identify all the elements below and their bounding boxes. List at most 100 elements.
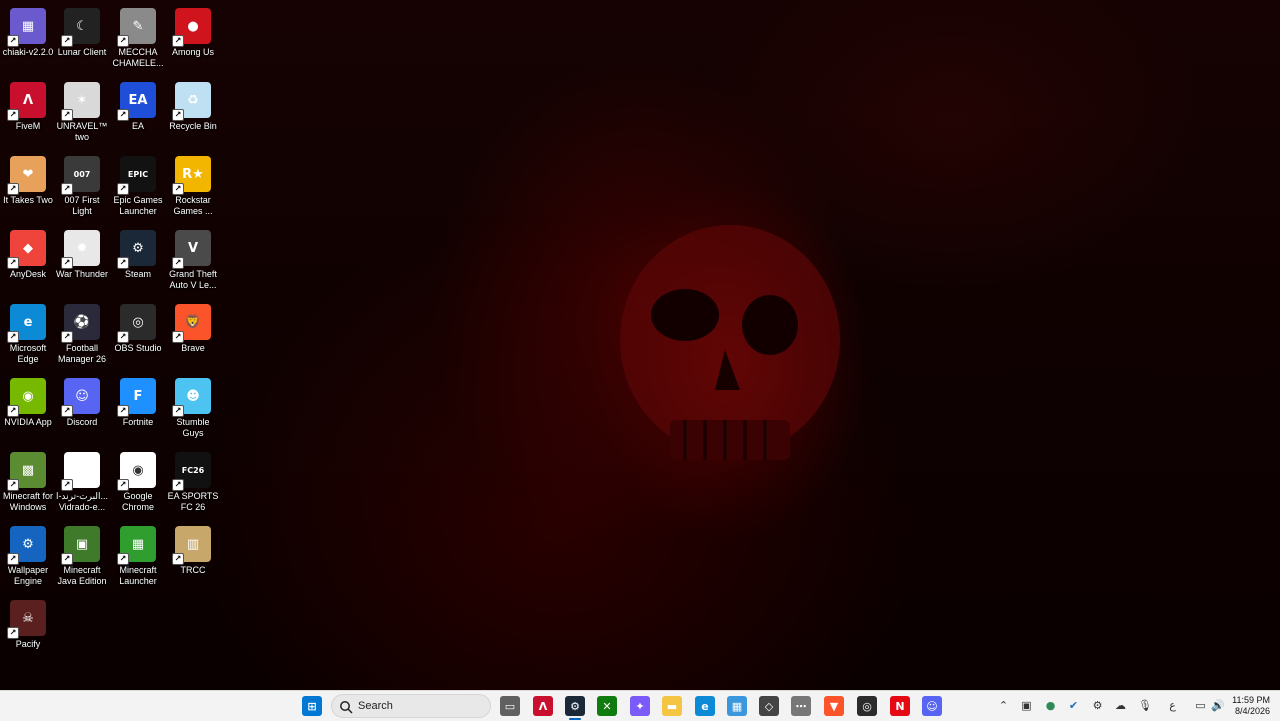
desktop-shortcut-label: NVIDIA App — [4, 417, 52, 427]
desktop-shortcut[interactable]: ✎ ↗ MECCHA CHAMELE... — [110, 4, 166, 74]
microphone-icon[interactable]: 🎙 — [1138, 699, 1152, 712]
network-icon[interactable]: ▭ — [1194, 699, 1207, 712]
desktop-shortcut-label: AnyDesk — [9, 269, 46, 279]
desktop-shortcut-label: Minecraft for Windows — [2, 491, 53, 512]
desktop-shortcut[interactable]: ⚽ ↗ Football Manager 26 — [54, 300, 110, 370]
among-us-icon: ● ↗ — [172, 8, 211, 47]
desktop-shortcut-label: Football Manager 26 — [57, 343, 107, 364]
search-label: Search — [358, 700, 393, 712]
shortcut-arrow-icon: ↗ — [117, 183, 129, 195]
desktop-shortcut-label: البرت-ترند-ا... Vidrado-e... — [55, 491, 109, 512]
discord-icon: ☺ ↗ — [61, 378, 100, 417]
desktop-shortcut[interactable]: ▣ ↗ Minecraft Java Edition — [54, 522, 110, 592]
desktop-shortcut[interactable]: Λ ↗ FiveM — [0, 78, 56, 148]
recycle-bin-icon: ♻ ↗ — [172, 82, 211, 121]
taskbar-discord[interactable]: ☺ — [922, 696, 942, 716]
edge-icon: e — [701, 699, 709, 713]
rockstar-icon: R★ ↗ — [172, 156, 211, 195]
desktop-shortcut[interactable]: EA ↗ EA — [110, 78, 166, 148]
shortcut-arrow-icon: ↗ — [7, 405, 19, 417]
desktop-shortcut[interactable]: ☺ ↗ Discord — [54, 374, 110, 444]
desktop-shortcut[interactable]: ♻ ↗ Recycle Bin — [165, 78, 221, 148]
first-light-icon: 007 ↗ — [61, 156, 100, 195]
desktop-shortcut[interactable]: ✹ ↗ War Thunder — [54, 226, 110, 296]
shortcut-arrow-icon: ↗ — [61, 257, 73, 269]
dots-icon: ⋯ — [795, 699, 807, 713]
taskbar-edge[interactable]: e — [695, 696, 715, 716]
desktop-shortcut[interactable]: F ↗ Fortnite — [110, 374, 166, 444]
fivem-icon: Λ ↗ — [7, 82, 46, 121]
shortcut-arrow-icon: ↗ — [172, 479, 184, 491]
taskbar-xbox[interactable]: ✕ — [597, 696, 617, 716]
taskbar-copilot[interactable]: ✦ — [630, 696, 650, 716]
taskbar-file-explorer[interactable]: ▬ — [662, 696, 682, 716]
desktop-shortcut[interactable]: ☾ ↗ Lunar Client — [54, 4, 110, 74]
shortcut-arrow-icon: ↗ — [61, 405, 73, 417]
desktop-shortcut[interactable]: ☠ ↗ Pacify — [0, 596, 56, 666]
trcc-icon: ▥ ↗ — [172, 526, 211, 565]
taskbar-clock[interactable]: 11:59 PM 8/4/2026 — [1232, 695, 1270, 717]
unravel-two-icon: ✶ ↗ — [61, 82, 100, 121]
desktop-shortcut-label: Google Chrome — [121, 491, 154, 512]
shortcut-arrow-icon: ↗ — [61, 35, 73, 47]
desktop-shortcut[interactable]: ▩ ↗ Minecraft for Windows — [0, 448, 56, 518]
desktop-shortcut-label: Stumble Guys — [176, 417, 210, 438]
shortcut-arrow-icon: ↗ — [7, 183, 19, 195]
tray-nvidia-icon[interactable]: ● — [1044, 699, 1057, 712]
desktop-shortcut-label: Rockstar Games ... — [173, 195, 213, 216]
windows-start-icon: ⊞ — [307, 699, 317, 713]
taskbar-netflix[interactable]: N — [890, 696, 910, 716]
shortcut-arrow-icon: ↗ — [117, 109, 129, 121]
desktop-shortcut[interactable]: ● ↗ Among Us — [165, 4, 221, 74]
desktop-shortcut[interactable]: ⚙ ↗ Wallpaper Engine — [0, 522, 56, 592]
taskbar-fivem[interactable]: Λ — [533, 696, 553, 716]
desktop-shortcut[interactable]: ❤ ↗ It Takes Two — [0, 152, 56, 222]
desktop-shortcut[interactable]: R★ ↗ Rockstar Games ... — [165, 152, 221, 222]
volume-icon[interactable]: 🔊 — [1211, 699, 1225, 712]
taskbar-search-box[interactable]: Search — [331, 694, 491, 718]
desktop-shortcut[interactable]: FC26 ↗ EA SPORTS FC 26 — [165, 448, 221, 518]
desktop-shortcut-label: Steam — [124, 269, 151, 279]
copilot-icon: ✦ — [635, 699, 645, 713]
shortcut-arrow-icon: ↗ — [61, 331, 73, 343]
taskbar-app-dots[interactable]: ⋯ — [791, 696, 811, 716]
desktop-shortcut[interactable]: ✶ ↗ UNRAVEL™ two — [54, 78, 110, 148]
desktop-shortcut[interactable]: V ↗ Grand Theft Auto V Le... — [165, 226, 221, 296]
desktop-shortcut[interactable]: 007 ↗ 007 First Light — [54, 152, 110, 222]
desktop-shortcut[interactable]: ◉ ↗ NVIDIA App — [0, 374, 56, 444]
desktop-shortcut[interactable]: ☻ ↗ Stumble Guys — [165, 374, 221, 444]
tray-steam-icon[interactable]: ✔ — [1067, 699, 1080, 712]
desktop-shortcut-label: OBS Studio — [114, 343, 162, 353]
show-hidden-icons-chevron-icon[interactable]: ⌃ — [997, 699, 1010, 712]
desktop-shortcut[interactable]: ◉ ↗ Google Chrome — [110, 448, 166, 518]
store-icon: ▦ — [731, 699, 743, 713]
taskbar-obs[interactable]: ◎ — [857, 696, 877, 716]
desktop-shortcut[interactable]: ⚙ ↗ Steam — [110, 226, 166, 296]
start-button[interactable]: ⊞ — [302, 696, 322, 716]
tray-app-icon[interactable]: ▣ — [1020, 699, 1033, 712]
desktop-shortcut[interactable]: EPIC ↗ Epic Games Launcher — [110, 152, 166, 222]
tray-gear-icon[interactable]: ⚙ — [1091, 699, 1104, 712]
desktop-shortcut[interactable]: 🦁 ↗ Brave — [165, 300, 221, 370]
input-language-indicator[interactable]: ع — [1166, 699, 1179, 712]
chiaki-icon: ▦ ↗ — [7, 8, 46, 47]
taskbar-store[interactable]: ▦ — [727, 696, 747, 716]
taskbar-unity[interactable]: ◇ — [759, 696, 779, 716]
desktop-shortcut-label: EA — [131, 121, 144, 131]
steam-icon: ⚙ ↗ — [117, 230, 156, 269]
desktop-shortcut[interactable]: e ↗ Microsoft Edge — [0, 300, 56, 370]
taskbar-steam[interactable]: ⚙ — [565, 696, 585, 716]
shortcut-arrow-icon: ↗ — [117, 479, 129, 491]
desktop-shortcut[interactable]: ◆ ↗ AnyDesk — [0, 226, 56, 296]
desktop-shortcut-label: MECCHA CHAMELE... — [112, 47, 164, 68]
lunar-client-icon: ☾ ↗ — [61, 8, 100, 47]
desktop-shortcut[interactable]: ◎ ↗ OBS Studio — [110, 300, 166, 370]
desktop-shortcut[interactable]: ▥ ↗ TRCC — [165, 522, 221, 592]
taskbar-brave[interactable]: ▼ — [824, 696, 844, 716]
desktop-shortcut[interactable]: ▦ ↗ Minecraft Launcher — [110, 522, 166, 592]
desktop-shortcut[interactable]: ▦ ↗ chiaki-v2.2.0 — [0, 4, 56, 74]
desktop-shortcut[interactable]: ↗ البرت-ترند-ا... Vidrado-e... — [54, 448, 110, 518]
task-view-button[interactable]: ▭ — [500, 696, 520, 716]
tray-cloud-icon[interactable]: ☁ — [1114, 699, 1127, 712]
desktop-shortcut-label: Epic Games Launcher — [113, 195, 163, 216]
